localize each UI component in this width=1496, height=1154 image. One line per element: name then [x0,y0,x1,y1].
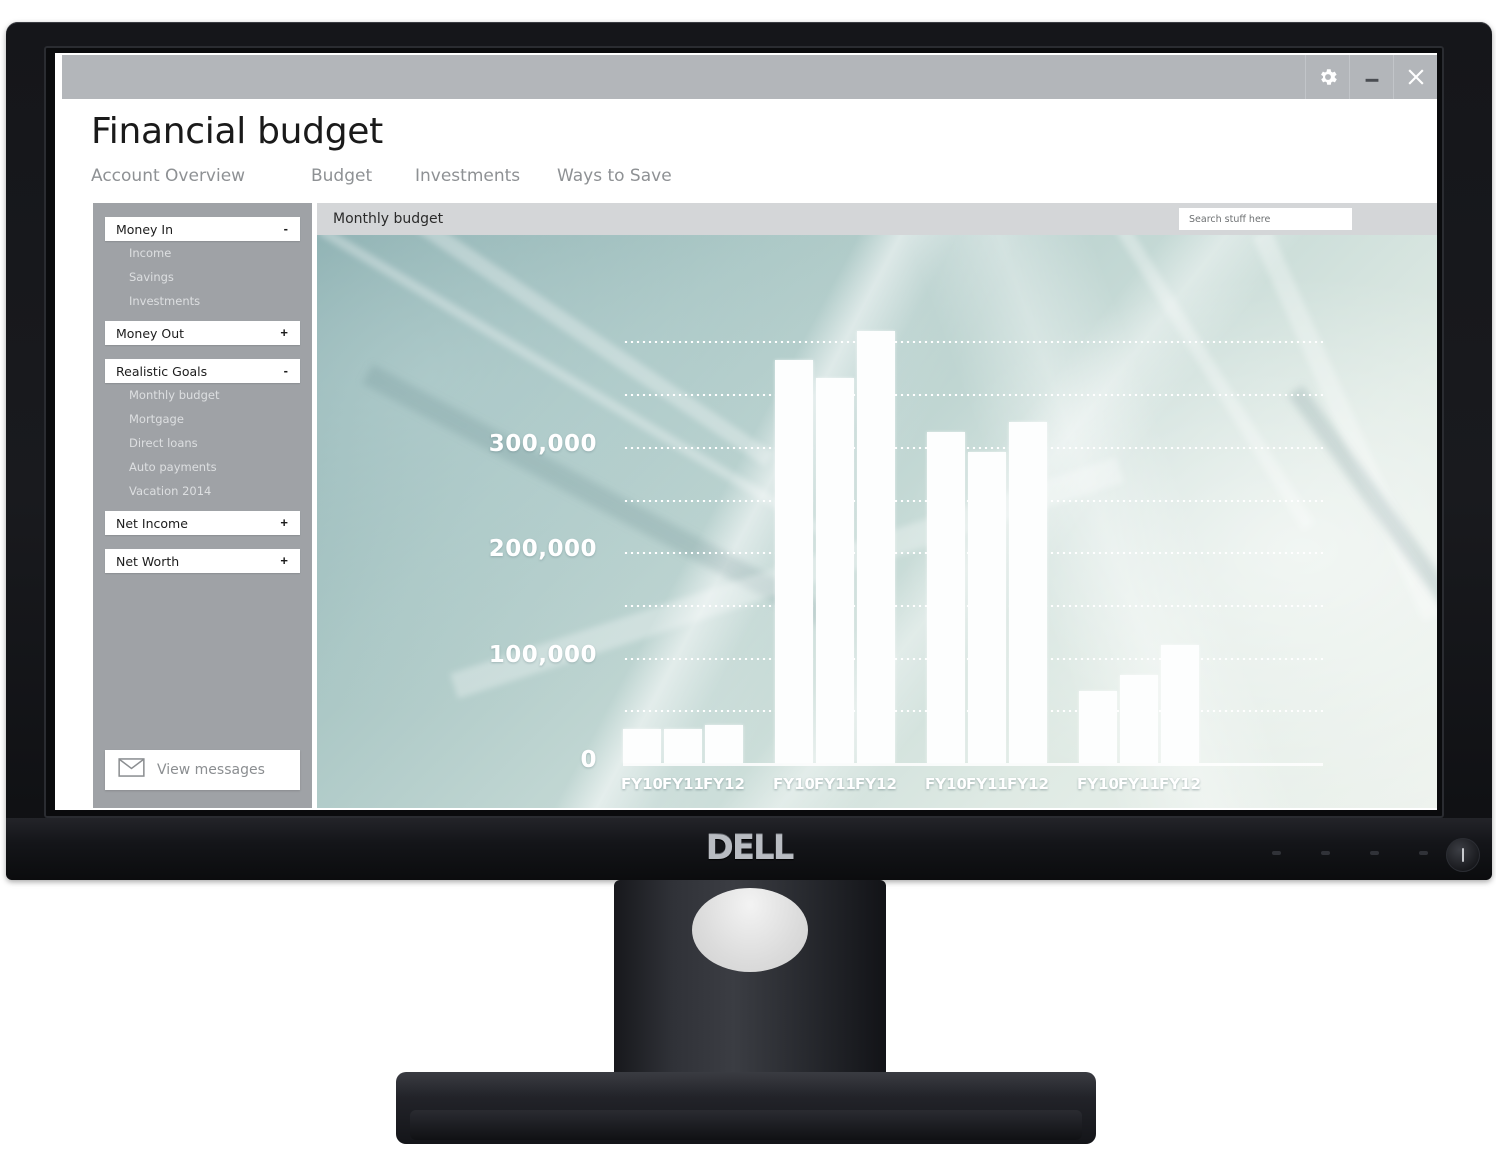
sidebar-group-money-in[interactable]: Money In - [105,217,300,241]
tab-budget[interactable]: Budget [311,166,415,186]
close-icon [1403,64,1429,90]
collapse-toggle-icon[interactable]: - [284,222,288,235]
sidebar-group-money-out[interactable]: Money Out + [105,321,300,345]
window-titlebar [62,55,1437,99]
tab-account-overview[interactable]: Account Overview [91,166,311,186]
expand-toggle-icon[interactable]: + [280,554,288,567]
chart-bar[interactable] [623,728,661,763]
chart-bar[interactable] [968,452,1006,763]
sidebar-group-label: Money In [116,221,174,237]
chart-x-axis-label: FY12 [703,775,745,793]
sidebar-item-monthly-budget[interactable]: Monthly budget [129,383,312,407]
sidebar: Money In - Income Savings Investments Mo… [93,203,312,808]
chart-y-axis-label: 200,000 [488,536,597,563]
panel-toolbar: Monthly budget Search stuff here [317,203,1437,235]
power-icon [1462,848,1464,862]
sidebar-item-savings[interactable]: Savings [129,265,312,289]
chart-x-axis-label: FY12 [855,775,897,793]
chart-bar[interactable] [1161,644,1199,763]
chart-x-axis-label: FY11 [1118,775,1160,793]
chart-y-axis-label: 300,000 [488,430,597,457]
page-header: Financial budget Account Overview Budget… [91,111,1411,186]
main-panel: Monthly budget Search stuff here 0 100,00… [317,203,1437,808]
tab-ways-to-save[interactable]: Ways to Save [557,166,672,186]
chart-y-axis-label: 100,000 [488,641,597,668]
power-button[interactable] [1446,838,1480,872]
stand-cable-hole [692,888,808,972]
chart-x-axis-label: FY10 [1077,775,1119,793]
chart-bar[interactable] [1009,422,1047,763]
chart-baseline [623,763,1323,766]
sidebar-group-label: Realistic Goals [116,363,208,379]
chart-x-axis-label: FY12 [1007,775,1049,793]
sidebar-group-realistic-goals[interactable]: Realistic Goals - [105,359,300,383]
minimize-icon [1361,66,1383,88]
osd-button[interactable] [1272,851,1281,855]
chart-x-axis-label: FY11 [814,775,856,793]
view-messages-label: View messages [157,762,265,778]
sidebar-group-net-worth[interactable]: Net Worth + [105,549,300,573]
minimize-button[interactable] [1349,55,1393,99]
chart-x-axis-label: FY12 [1159,775,1201,793]
monitor-chin: DELL [6,818,1492,880]
osd-button-row[interactable] [1272,851,1428,855]
monitor-screen: Financial budget Account Overview Budget… [55,53,1437,810]
chart-x-axis-label: FY11 [662,775,704,793]
gear-icon [1317,66,1339,88]
sidebar-item-income[interactable]: Income [129,241,312,265]
chart-gridline [623,394,1323,397]
sidebar-group-net-income[interactable]: Net Income + [105,511,300,535]
envelope-icon [118,758,145,782]
chart-gridline [623,341,1323,344]
chart-gridline [623,446,1323,449]
chart-bar[interactable] [857,331,895,763]
sidebar-group-label: Money Out [116,325,185,341]
chart-x-axis-label: FY10 [773,775,815,793]
expand-toggle-icon[interactable]: + [280,326,288,339]
chart-plot: 0 100,000 200,000 300,000 FY10 FY11 FY12 FY10 FY… [317,235,1437,808]
tab-bar: Account Overview Budget Investments Ways… [91,166,1411,186]
dell-logo: DELL [705,828,795,868]
sidebar-item-direct-loans[interactable]: Direct loans [129,431,312,455]
chart-bar[interactable] [1120,674,1158,763]
settings-button[interactable] [1305,55,1349,99]
chart-bar[interactable] [664,728,702,763]
chart-x-axis-label: FY11 [966,775,1008,793]
tab-investments[interactable]: Investments [415,166,557,186]
sidebar-item-auto-payments[interactable]: Auto payments [129,455,312,479]
page-title: Financial budget [91,111,383,152]
chart-area: 0 100,000 200,000 300,000 FY10 FY11 FY12 FY10 FY… [317,235,1437,808]
sidebar-item-mortgage[interactable]: Mortgage [129,407,312,431]
view-messages-button[interactable]: View messages [105,750,300,790]
collapse-toggle-icon[interactable]: - [284,364,288,377]
sidebar-item-investments[interactable]: Investments [129,289,312,313]
chart-y-axis-label: 0 [580,747,597,773]
chart-x-axis-label: FY10 [925,775,967,793]
osd-button[interactable] [1321,851,1330,855]
app-window: Financial budget Account Overview Budget… [55,53,1437,810]
sidebar-group-label: Net Worth [116,553,180,569]
close-button[interactable] [1393,55,1437,99]
panel-title: Monthly budget [333,211,444,227]
osd-button[interactable] [1419,851,1428,855]
sidebar-group-label: Net Income [116,515,188,531]
chart-bar[interactable] [705,724,743,763]
chart-bar[interactable] [927,432,965,763]
chart-x-axis-label: FY10 [621,775,663,793]
chart-bar[interactable] [775,359,813,763]
monitor-stand-base-front [410,1110,1082,1140]
chart-bar[interactable] [1079,691,1117,763]
monitor-scene: Financial budget Account Overview Budget… [0,0,1496,1154]
sidebar-item-vacation-2014[interactable]: Vacation 2014 [129,479,312,503]
search-input[interactable]: Search stuff here [1179,208,1352,230]
expand-toggle-icon[interactable]: + [280,516,288,529]
osd-button[interactable] [1370,851,1379,855]
search-placeholder: Search stuff here [1189,213,1271,225]
chart-bar[interactable] [816,378,854,763]
